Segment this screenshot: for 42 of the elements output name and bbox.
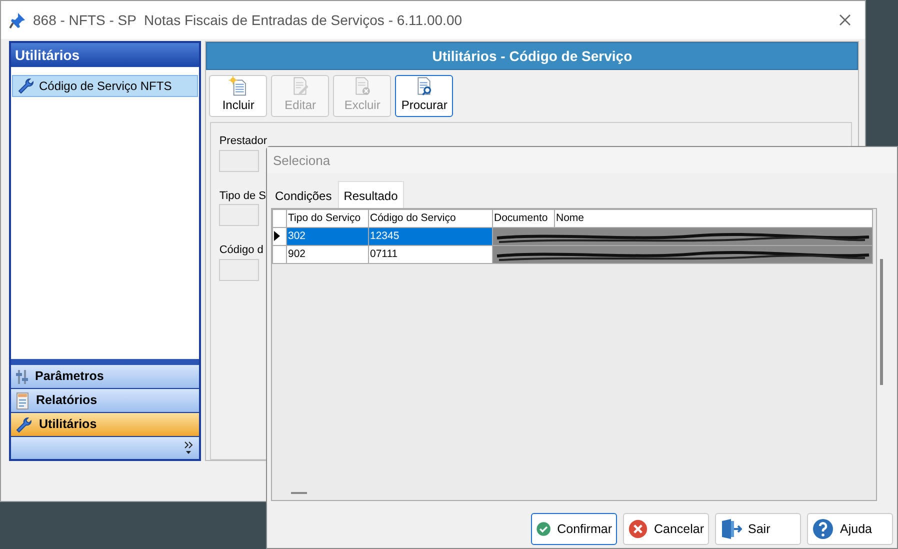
table-cell: 902 <box>286 246 368 264</box>
column-header: Nome <box>554 210 872 228</box>
navigation-section[interactable]: Relatórios <box>11 389 200 413</box>
table-cell: 12345 <box>368 228 492 246</box>
help-icon <box>812 518 834 540</box>
tab[interactable]: Condições <box>269 184 338 208</box>
input-field[interactable] <box>219 150 260 172</box>
toolbar-button[interactable]: Procurar <box>395 75 454 117</box>
field-label: Tipo de S <box>219 188 266 204</box>
dialog-title: Seleciona <box>267 147 897 173</box>
input-field[interactable] <box>219 258 260 280</box>
close-circle-icon <box>628 518 648 540</box>
wrench-icon <box>17 77 35 95</box>
table-cell: 07111 <box>368 246 492 264</box>
panel-title: Utilitários - Código de Serviço <box>206 42 858 70</box>
chevron-icon[interactable] <box>184 441 194 455</box>
field-label: Código d <box>219 243 264 258</box>
row-pointer-icon <box>274 230 280 241</box>
sliders-icon <box>15 368 29 386</box>
scrollbar-thumb[interactable] <box>291 492 307 494</box>
column-header: Código do Serviço <box>368 210 492 228</box>
sidebar-title: Utilitários <box>11 43 200 67</box>
navigation-section[interactable]: Parâmetros <box>11 365 200 389</box>
report-icon <box>15 392 30 410</box>
table-cell: 302 <box>286 228 368 246</box>
column-header: Tipo do Serviço <box>286 210 368 228</box>
navigation-section[interactable]: Utilitários <box>11 413 200 437</box>
wrench-icon <box>15 416 33 434</box>
dialog-button[interactable]: Sair <box>715 513 801 545</box>
dialog-button[interactable]: Confirmar <box>531 513 617 545</box>
field-label: Prestador <box>219 134 268 149</box>
toolbar-button[interactable]: Incluir <box>209 75 268 117</box>
scrollbar-thumb[interactable] <box>880 259 883 385</box>
close-icon[interactable] <box>839 14 851 26</box>
exit-door-icon <box>720 518 742 540</box>
dialog-button[interactable]: Ajuda <box>807 513 893 545</box>
input-field[interactable] <box>219 204 260 226</box>
pin-icon <box>9 11 27 29</box>
tab[interactable]: Resultado <box>338 181 404 208</box>
window-title: 868 - NFTS - SP Notas Fiscais de Entradas de Serviços - 6.11.00.00 <box>33 10 462 30</box>
dialog-button[interactable]: Cancelar <box>623 513 709 545</box>
sidebar-item[interactable]: Código de Serviço NFTS <box>12 75 198 97</box>
